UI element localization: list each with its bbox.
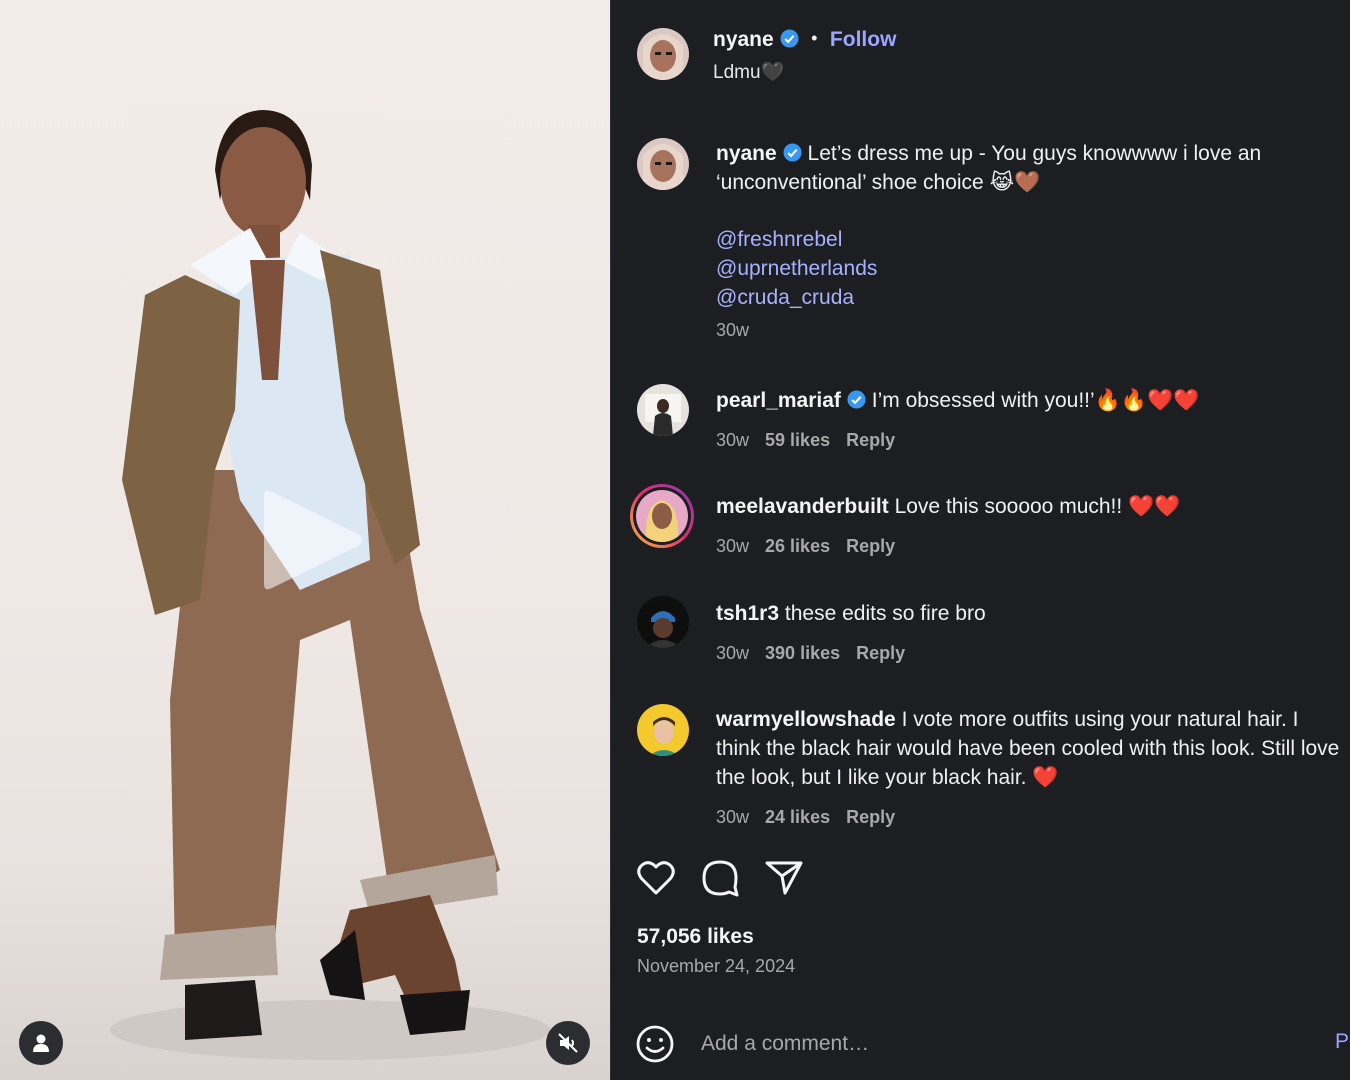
comment-username[interactable]: pearl_mariaf	[716, 389, 841, 412]
post-media-video[interactable]	[0, 0, 610, 1080]
comment-likes[interactable]: 59 likes	[765, 430, 830, 450]
comment-username[interactable]: tsh1r3	[716, 602, 779, 625]
reply-button[interactable]: Reply	[846, 430, 895, 450]
comment-text: these edits so fire bro	[784, 602, 986, 625]
speech-bubble-icon[interactable]	[699, 857, 741, 899]
comment-likes[interactable]: 26 likes	[765, 536, 830, 556]
post-caption: nyane Let’s dress me up - You guys knoww…	[716, 139, 1346, 341]
commenter-avatar-story[interactable]	[630, 484, 694, 548]
tagged-user-button[interactable]	[19, 1021, 63, 1065]
comment-item: tsh1r3 these edits so fire bro	[716, 599, 1346, 628]
follow-button[interactable]: Follow	[830, 28, 897, 51]
mention-link[interactable]: @uprnetherlands	[716, 254, 1346, 283]
speaker-muted-icon	[558, 1033, 578, 1053]
separator-dot: •	[811, 28, 818, 48]
comment-username[interactable]: warmyellowshade	[716, 708, 896, 731]
avatar-story-ring	[633, 487, 691, 545]
comment-meta: 30w 59 likes Reply	[716, 430, 911, 451]
comment-meta: 30w 26 likes Reply	[716, 536, 911, 557]
comment-username[interactable]: meelavanderbuilt	[716, 495, 889, 518]
reply-button[interactable]: Reply	[856, 643, 905, 663]
comment-body: warmyellowshade I vote more outfits usin…	[716, 705, 1346, 792]
reply-button[interactable]: Reply	[846, 536, 895, 556]
comment-body: pearl_mariaf I’m obsessed with you!!’🔥🔥❤…	[716, 386, 1346, 415]
like-count[interactable]: 57,056 likes	[637, 925, 754, 949]
verified-badge-icon	[847, 390, 866, 409]
comment-input[interactable]	[701, 1028, 1261, 1060]
caption-body: nyane Let’s dress me up - You guys knoww…	[716, 139, 1346, 197]
play-icon[interactable]	[258, 488, 368, 592]
post-comment-button[interactable]: Post	[1335, 1030, 1350, 1054]
audio-subtitle[interactable]: Ldmu🖤	[713, 60, 784, 84]
heart-icon[interactable]	[635, 857, 677, 899]
person-icon	[33, 1034, 49, 1052]
post-date: November 24, 2024	[637, 956, 796, 976]
mute-toggle-button[interactable]	[546, 1021, 590, 1065]
comment-body: tsh1r3 these edits so fire bro	[716, 599, 1346, 628]
author-username[interactable]: nyane	[713, 28, 774, 51]
comment-item: meelavanderbuilt Love this sooooo much!!…	[716, 492, 1346, 521]
comment-time: 30w	[716, 643, 750, 663]
reply-button[interactable]: Reply	[846, 807, 895, 827]
caption-mentions: @freshnrebel @uprnetherlands @cruda_crud…	[716, 225, 1346, 312]
comment-item: warmyellowshade I vote more outfits usin…	[716, 705, 1346, 792]
caption-timestamp: 30w	[716, 320, 750, 340]
commenter-avatar-image	[637, 704, 689, 756]
comment-time: 30w	[716, 430, 750, 450]
author-avatar-image	[637, 28, 689, 80]
comment-meta: 30w 24 likes Reply	[716, 807, 911, 828]
comment-meta: 30w 390 likes Reply	[716, 643, 921, 664]
commenter-avatar-image	[636, 490, 688, 542]
post-details-panel: nyane • Follow Ldmu🖤 nyane Let’s dress m…	[611, 0, 1350, 1080]
commenter-avatar-image	[637, 384, 689, 436]
caption-username[interactable]: nyane	[716, 142, 777, 165]
caption-author-avatar[interactable]	[637, 138, 689, 190]
comment-time: 30w	[716, 807, 750, 827]
mention-link[interactable]: @freshnrebel	[716, 225, 1346, 254]
comment-text: Love this sooooo much!! ❤️❤️	[894, 495, 1181, 518]
comment-likes[interactable]: 390 likes	[765, 643, 840, 663]
caption-avatar-image	[637, 138, 689, 190]
commenter-avatar[interactable]	[637, 704, 689, 756]
commenter-avatar[interactable]	[637, 384, 689, 436]
mention-link[interactable]: @cruda_cruda	[716, 283, 1346, 312]
post-header: nyane • Follow	[713, 28, 896, 52]
smiley-icon[interactable]	[635, 1024, 675, 1064]
comment-composer: Post	[635, 1022, 1350, 1066]
verified-badge-icon	[783, 143, 802, 162]
commenter-avatar-image	[637, 596, 689, 648]
author-avatar[interactable]	[637, 28, 689, 80]
comment-likes[interactable]: 24 likes	[765, 807, 830, 827]
commenter-avatar[interactable]	[637, 596, 689, 648]
paper-plane-icon[interactable]	[763, 857, 805, 899]
comment-time: 30w	[716, 536, 750, 556]
verified-badge-icon	[780, 29, 799, 48]
comment-item: pearl_mariaf I’m obsessed with you!!’🔥🔥❤…	[716, 386, 1346, 415]
comment-body: meelavanderbuilt Love this sooooo much!!…	[716, 492, 1346, 521]
comment-text: I’m obsessed with you!!’🔥🔥❤️❤️	[871, 389, 1200, 412]
